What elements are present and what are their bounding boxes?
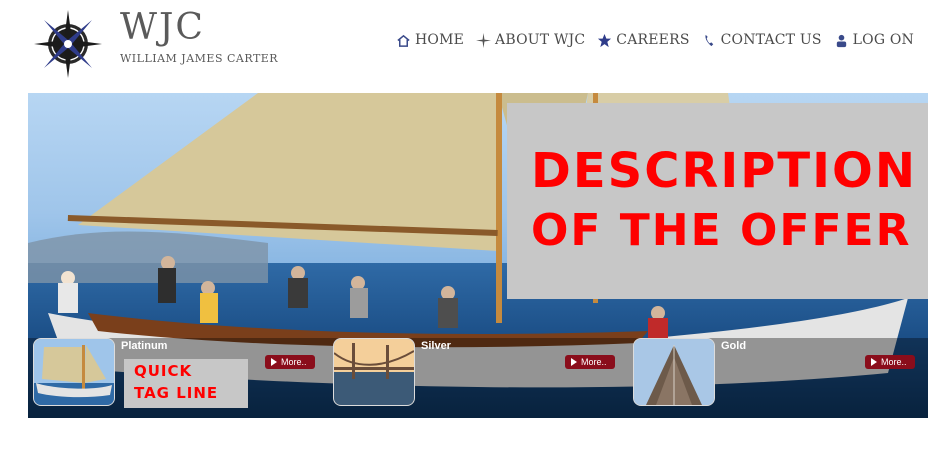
offer-description: DESCRIPTION OF THE OFFER bbox=[507, 103, 928, 299]
more-button-platinum[interactable]: More.. bbox=[265, 355, 315, 369]
user-icon bbox=[834, 33, 849, 48]
compass-rose-icon bbox=[34, 10, 102, 78]
tagline-line-1: QUICK bbox=[134, 362, 193, 380]
quick-tag-line: QUICK TAG LINE bbox=[124, 359, 248, 408]
more-button-gold[interactable]: More.. bbox=[865, 355, 915, 369]
package-card-platinum: Platinum QUICK TAG LINE More.. bbox=[28, 338, 315, 418]
hero-banner: DESCRIPTION OF THE OFFER Platinum QUICK … bbox=[28, 93, 928, 418]
main-nav: HOME ABOUT WJC CAREERS CONTACT US LOG ON bbox=[396, 32, 914, 48]
offer-line-2: OF THE OFFER bbox=[531, 205, 912, 256]
home-icon bbox=[396, 33, 411, 48]
compass-star-icon bbox=[476, 32, 492, 48]
package-title-platinum: Platinum bbox=[121, 340, 168, 352]
package-card-gold: Gold More.. bbox=[628, 338, 915, 418]
nav-about[interactable]: ABOUT WJC bbox=[476, 32, 585, 48]
package-card-silver: Silver More.. bbox=[328, 338, 615, 418]
package-title-silver: Silver bbox=[421, 340, 451, 352]
more-label-gold: More.. bbox=[881, 357, 907, 367]
nav-careers-label: CAREERS bbox=[616, 32, 690, 48]
thumb-platinum[interactable] bbox=[33, 338, 115, 406]
nav-about-label: ABOUT WJC bbox=[495, 32, 586, 48]
phone-icon bbox=[702, 33, 717, 48]
nav-contact-label: CONTACT US bbox=[720, 32, 822, 48]
thumb-gold[interactable] bbox=[633, 338, 715, 406]
more-label-silver: More.. bbox=[581, 357, 607, 367]
nav-contact[interactable]: CONTACT US bbox=[702, 32, 822, 48]
star-icon bbox=[597, 33, 612, 48]
logo-compass[interactable] bbox=[32, 8, 104, 80]
package-strip: Platinum QUICK TAG LINE More.. Silver Mo… bbox=[28, 338, 928, 418]
play-icon bbox=[871, 358, 877, 366]
nav-logon[interactable]: LOG ON bbox=[834, 32, 914, 48]
nav-careers[interactable]: CAREERS bbox=[597, 32, 689, 48]
play-icon bbox=[571, 358, 577, 366]
offer-line-1: DESCRIPTION bbox=[531, 143, 918, 199]
tagline-line-2: TAG LINE bbox=[134, 384, 219, 402]
more-label-platinum: More.. bbox=[281, 357, 307, 367]
brand: WJC WILLIAM JAMES CARTER bbox=[120, 7, 279, 66]
nav-home[interactable]: HOME bbox=[396, 32, 464, 48]
brand-name: WJC bbox=[120, 7, 205, 48]
nav-logon-label: LOG ON bbox=[852, 32, 914, 48]
more-button-silver[interactable]: More.. bbox=[565, 355, 615, 369]
play-icon bbox=[271, 358, 277, 366]
thumb-silver[interactable] bbox=[333, 338, 415, 406]
brand-subtitle: WILLIAM JAMES CARTER bbox=[120, 52, 279, 65]
nav-home-label: HOME bbox=[415, 32, 465, 48]
package-title-gold: Gold bbox=[721, 340, 747, 352]
